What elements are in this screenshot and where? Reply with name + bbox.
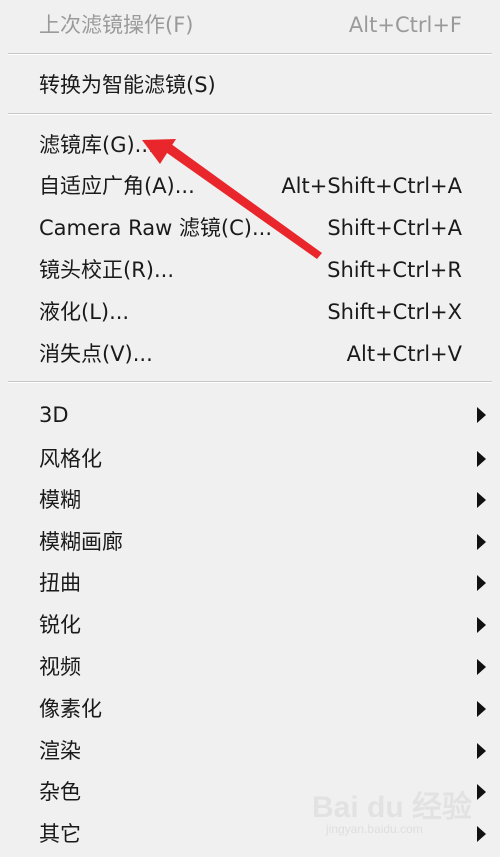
menu-item-lens-correction[interactable]: 镜头校正(R)... Shift+Ctrl+R <box>0 250 500 290</box>
menu-item-sharpen[interactable]: 锐化 <box>0 605 500 645</box>
menu-item-label: 滤镜库(G)... <box>39 133 155 157</box>
menu-item-label: 视频 <box>39 655 81 679</box>
menu-separator <box>8 381 492 383</box>
watermark-subtext: jingyan.baidu.com <box>326 822 423 836</box>
menu-item-blur[interactable]: 模糊 <box>0 480 500 520</box>
menu-item-3d[interactable]: 3D <box>0 395 500 435</box>
menu-item-shortcut: Alt+Shift+Ctrl+A <box>281 174 462 198</box>
menu-item-shortcut: Shift+Ctrl+A <box>327 216 462 240</box>
menu-item-pixelate[interactable]: 像素化 <box>0 689 500 729</box>
menu-item-label: 渲染 <box>39 739 81 763</box>
menu-item-shortcut: Shift+Ctrl+R <box>327 258 462 282</box>
menu-item-label: 模糊画廊 <box>39 530 123 554</box>
menu-item-label: 杂色 <box>39 780 81 804</box>
submenu-arrow-icon <box>477 701 486 717</box>
submenu-arrow-icon <box>477 534 486 550</box>
watermark-text: Bai du 经验 <box>312 791 473 824</box>
menu-item-label: 风格化 <box>39 447 102 471</box>
baidu-watermark: Bai du 经验 jingyan.baidu.com <box>312 770 487 840</box>
submenu-arrow-icon <box>477 659 486 675</box>
menu-separator <box>8 113 492 115</box>
submenu-arrow-icon <box>477 743 486 759</box>
menu-item-label: 自适应广角(A)... <box>39 174 195 198</box>
menu-item-label: 扭曲 <box>39 571 81 595</box>
filter-menu: 上次滤镜操作(F) Alt+Ctrl+F 转换为智能滤镜(S) 滤镜库(G)..… <box>0 0 500 857</box>
submenu-arrow-icon <box>477 407 486 423</box>
menu-item-label: 消失点(V)... <box>39 342 153 366</box>
menu-item-shortcut: Shift+Ctrl+X <box>327 300 462 324</box>
menu-item-video[interactable]: 视频 <box>0 647 500 687</box>
menu-item-shortcut: Alt+Ctrl+F <box>348 13 462 37</box>
menu-item-label: 3D <box>39 403 69 427</box>
menu-item-convert-smart-filter[interactable]: 转换为智能滤镜(S) <box>0 65 500 105</box>
menu-item-stylize[interactable]: 风格化 <box>0 439 500 479</box>
menu-item-distort[interactable]: 扭曲 <box>0 563 500 603</box>
menu-item-camera-raw[interactable]: Camera Raw 滤镜(C)... Shift+Ctrl+A <box>0 208 500 248</box>
menu-separator <box>8 53 492 55</box>
submenu-arrow-icon <box>477 492 486 508</box>
menu-item-label: 像素化 <box>39 697 102 721</box>
menu-item-last-filter[interactable]: 上次滤镜操作(F) Alt+Ctrl+F <box>0 5 500 45</box>
menu-item-label: 转换为智能滤镜(S) <box>39 73 216 97</box>
menu-item-filter-gallery[interactable]: 滤镜库(G)... <box>0 125 500 165</box>
menu-item-render[interactable]: 渲染 <box>0 731 500 771</box>
menu-item-vanishing-point[interactable]: 消失点(V)... Alt+Ctrl+V <box>0 334 500 374</box>
menu-item-blur-gallery[interactable]: 模糊画廊 <box>0 522 500 562</box>
menu-item-adaptive-wide-angle[interactable]: 自适应广角(A)... Alt+Shift+Ctrl+A <box>0 166 500 206</box>
menu-item-liquify[interactable]: 液化(L)... Shift+Ctrl+X <box>0 292 500 332</box>
menu-item-shortcut: Alt+Ctrl+V <box>346 342 462 366</box>
menu-item-label: 上次滤镜操作(F) <box>39 13 194 37</box>
menu-item-label: Camera Raw 滤镜(C)... <box>39 216 273 240</box>
submenu-arrow-icon <box>477 575 486 591</box>
menu-item-label: 镜头校正(R)... <box>39 258 175 282</box>
menu-item-label: 液化(L)... <box>39 300 130 324</box>
submenu-arrow-icon <box>477 451 486 467</box>
submenu-arrow-icon <box>477 617 486 633</box>
menu-item-label: 模糊 <box>39 488 81 512</box>
menu-item-label: 锐化 <box>39 613 81 637</box>
menu-item-label: 其它 <box>39 822 81 846</box>
